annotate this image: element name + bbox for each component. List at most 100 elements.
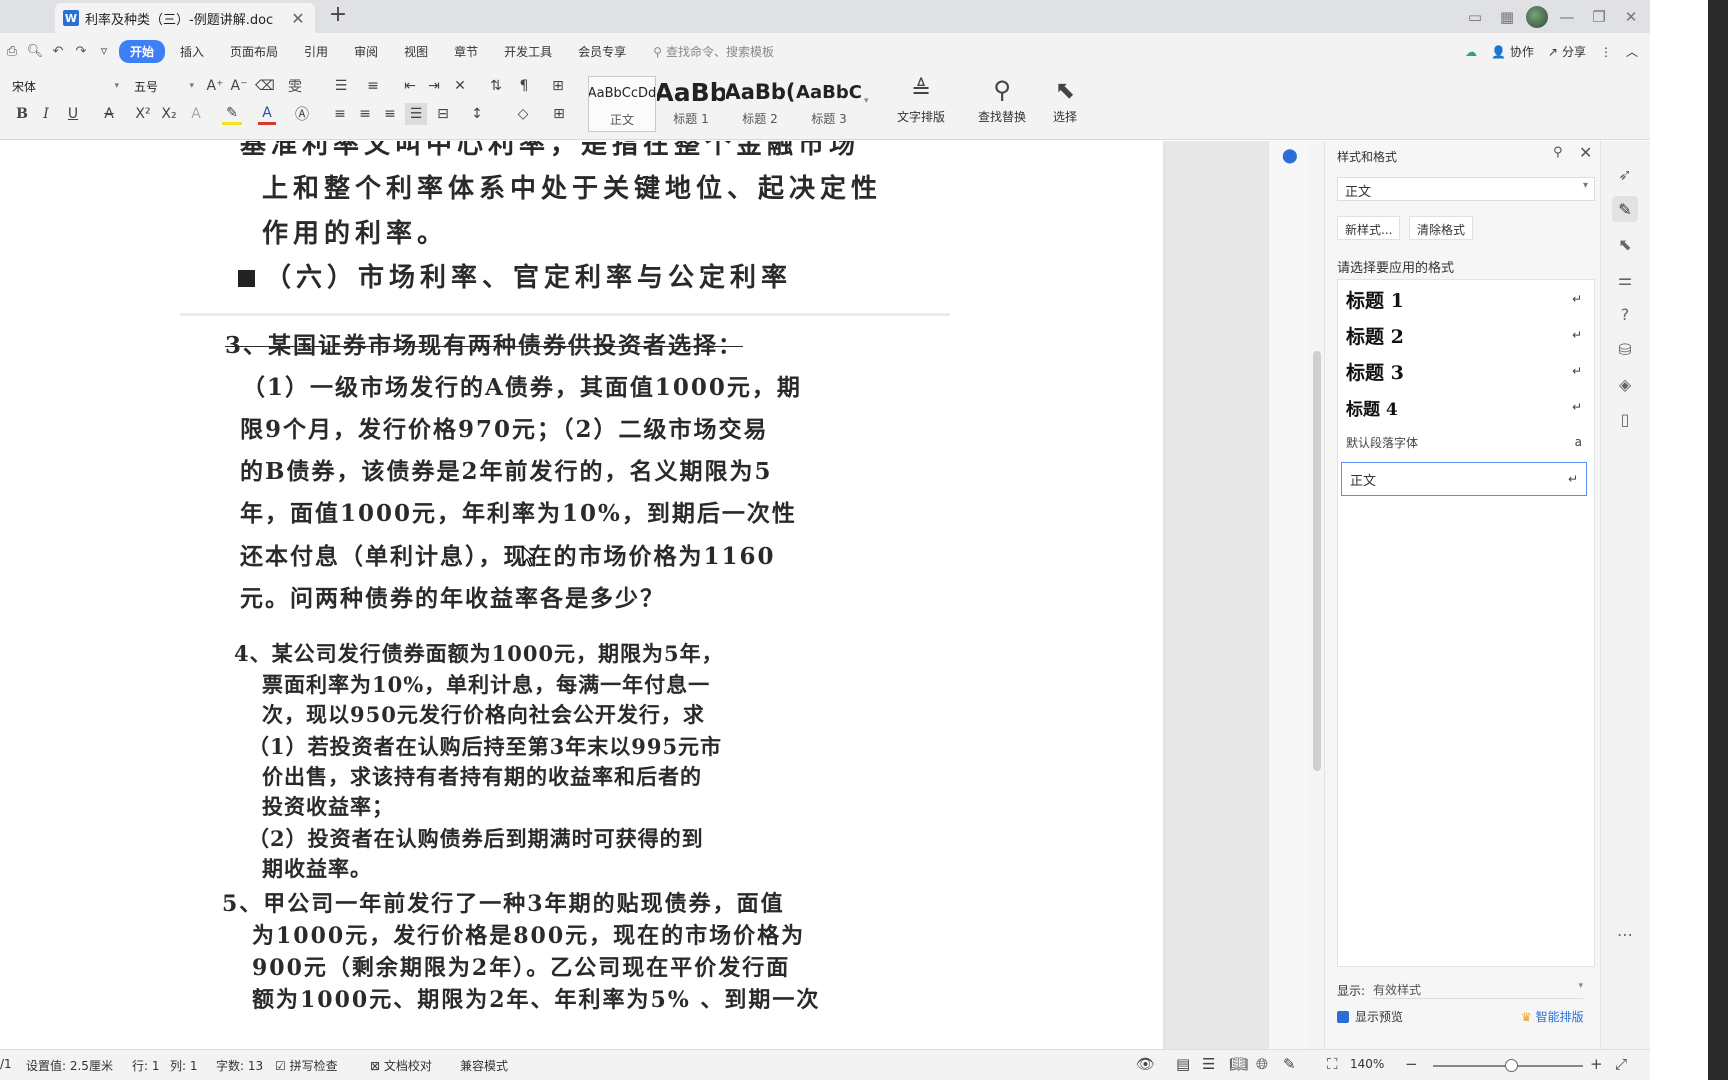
style-list-item[interactable]: 标题 2 ↵ xyxy=(1346,319,1582,351)
checkbox-checked-icon[interactable] xyxy=(1337,1010,1349,1023)
line-spacing-icon[interactable]: ↕ xyxy=(466,103,488,125)
show-filter-select[interactable]: 有效样式 ▾ xyxy=(1373,981,1584,999)
document-area[interactable]: 基准利率又叫中心利率，是指在整个金融市场 上和整个利率体系中处于关键地位、起决定… xyxy=(0,141,1282,1049)
numbered-list-icon[interactable]: ≡ xyxy=(362,77,384,95)
pen-icon[interactable]: ✎ xyxy=(1283,1055,1296,1073)
close-window-icon[interactable]: ✕ xyxy=(1618,4,1644,30)
page-view-icon[interactable]: ▤ xyxy=(1176,1055,1190,1073)
paragraph-mark-icon[interactable]: ¶ xyxy=(514,77,534,95)
document-tab[interactable]: W 利率及种类（三）-例题讲解.doc ✕ xyxy=(55,3,315,33)
user-avatar[interactable] xyxy=(1526,5,1548,28)
align-center-icon[interactable]: ≡ xyxy=(355,103,375,125)
spell-check-button[interactable]: ☑ 拼写检查 xyxy=(275,1057,338,1074)
italic-icon[interactable]: I xyxy=(36,103,56,125)
vertical-scrollbar[interactable] xyxy=(1310,141,1324,1049)
zoom-out-icon[interactable]: − xyxy=(1405,1055,1418,1073)
bullet-list-icon[interactable]: ☰ xyxy=(330,77,352,95)
collapse-ribbon-icon[interactable]: ︿ xyxy=(1626,43,1638,60)
justify-icon[interactable]: ☰ xyxy=(405,103,427,125)
text-effect-icon[interactable]: A xyxy=(186,103,206,125)
text-direction-icon[interactable]: ✕ xyxy=(450,77,470,95)
share-button[interactable]: ↗ 分享 xyxy=(1548,43,1586,60)
grid-apps-icon[interactable]: ▦ xyxy=(1494,4,1520,30)
cursor-select-icon[interactable]: ⬉ xyxy=(1612,231,1638,257)
redo-icon[interactable]: ↷ xyxy=(71,42,91,62)
close-tab-icon[interactable]: ✕ xyxy=(289,9,307,28)
cloud-sync-icon[interactable]: ☁ xyxy=(1465,45,1477,59)
more-menu-icon[interactable]: ⋮ xyxy=(1600,45,1612,59)
font-size-select[interactable]: 五号 ▾ xyxy=(130,76,198,96)
menu-section[interactable]: 章节 xyxy=(443,40,489,63)
style-brush-icon[interactable]: ✎ xyxy=(1612,196,1638,222)
align-right-icon[interactable]: ≡ xyxy=(380,103,400,125)
backup-icon[interactable]: ⛁ xyxy=(1612,336,1638,362)
book-icon[interactable]: ▯ xyxy=(1612,406,1638,432)
print-icon[interactable]: ⎙ xyxy=(2,42,22,62)
menu-member[interactable]: 会员专享 xyxy=(567,40,637,63)
close-pane-icon[interactable]: ✕ xyxy=(1579,143,1592,162)
help-icon[interactable]: ? xyxy=(1612,301,1638,327)
fit-page-icon[interactable]: ⛶ xyxy=(1327,1055,1338,1073)
subscript-icon[interactable]: X₂ xyxy=(158,103,180,125)
char-border-icon[interactable]: Ⓐ xyxy=(292,103,312,125)
style-heading3[interactable]: AaBbC 标题 3 xyxy=(795,76,863,132)
status-page[interactable]: /1 xyxy=(0,1057,12,1071)
menu-review[interactable]: 审阅 xyxy=(343,40,389,63)
pin-pane-icon[interactable]: ⚲ xyxy=(1553,145,1563,160)
print-preview-icon[interactable]: 🔍︎ xyxy=(25,42,45,62)
menu-insert[interactable]: 插入 xyxy=(169,40,215,63)
style-heading2[interactable]: AaBb( 标题 2 xyxy=(726,76,794,132)
menu-references[interactable]: 引用 xyxy=(293,40,339,63)
eye-protection-icon[interactable]: 👁 xyxy=(1136,1055,1155,1073)
table-tools-icon[interactable]: ⊞ xyxy=(548,77,568,95)
align-left-icon[interactable]: ≡ xyxy=(330,103,350,125)
smart-layout-link[interactable]: ♛ 智能排版 xyxy=(1521,1008,1584,1025)
rocket-icon[interactable]: ➶ xyxy=(1612,161,1638,187)
style-list-item[interactable]: 标题 4 ↵ xyxy=(1346,391,1582,423)
style-gallery-expand-icon[interactable]: ▾ xyxy=(864,96,869,136)
show-preview-toggle[interactable]: 显示预览 xyxy=(1337,1008,1403,1025)
style-list-item[interactable]: 标题 3 ↵ xyxy=(1346,355,1582,387)
current-style-select[interactable]: 正文 ▾ xyxy=(1337,177,1595,201)
command-search[interactable]: ⚲ 查找命令、搜索模板 xyxy=(653,43,774,60)
minimize-icon[interactable]: — xyxy=(1554,4,1580,30)
layout-icon[interactable]: ▭ xyxy=(1462,4,1488,30)
strikethrough-icon[interactable]: A xyxy=(98,103,120,125)
scrollbar-thumb[interactable] xyxy=(1313,351,1321,771)
clear-format-button[interactable]: 清除格式 xyxy=(1409,216,1474,240)
more-rail-icon[interactable]: ⋯ xyxy=(1612,921,1638,947)
undo-icon[interactable]: ↶ xyxy=(48,42,68,62)
menu-page-layout[interactable]: 页面布局 xyxy=(219,40,289,63)
font-name-select[interactable]: 宋体 ▾ xyxy=(8,76,123,96)
sort-icon[interactable]: ⇅ xyxy=(486,77,506,95)
font-color-icon[interactable]: A xyxy=(258,103,276,125)
decrease-indent-icon[interactable]: ⇤ xyxy=(400,77,420,95)
outline-view-icon[interactable]: ☰ xyxy=(1202,1055,1215,1073)
style-list-item-selected[interactable]: 正文 ↵ xyxy=(1341,462,1587,496)
web-view-icon[interactable]: 🌐︎ xyxy=(1256,1055,1268,1073)
menu-home[interactable]: 开始 xyxy=(119,40,166,63)
navigation-compass-icon[interactable]: ◈ xyxy=(1612,371,1638,397)
document-page[interactable]: 基准利率又叫中心利率，是指在整个金融市场 上和整个利率体系中处于关键地位、起决定… xyxy=(0,141,1167,1049)
doc-proof-button[interactable]: ⊠ 文档校对 xyxy=(370,1057,432,1074)
underline-icon[interactable]: U xyxy=(62,103,84,125)
zoom-level[interactable]: 140% xyxy=(1350,1057,1384,1071)
sliders-icon[interactable]: ⚌ xyxy=(1612,266,1638,292)
eraser-icon[interactable]: ⌫ xyxy=(255,77,275,95)
customize-icon[interactable]: ▿ xyxy=(94,42,114,62)
superscript-icon[interactable]: X² xyxy=(132,103,154,125)
menu-developer[interactable]: 开发工具 xyxy=(493,40,563,63)
fullscreen-icon[interactable]: ⤢ xyxy=(1615,1055,1627,1073)
highlight-icon[interactable]: ✎ xyxy=(222,103,242,125)
new-tab-button[interactable]: + xyxy=(326,4,350,28)
collab-button[interactable]: 👤 协作 xyxy=(1491,43,1534,60)
style-normal[interactable]: AaBbCcDd 正文 xyxy=(588,76,656,132)
shading-icon[interactable]: ◇ xyxy=(512,103,534,125)
bold-icon[interactable]: B xyxy=(12,103,32,125)
status-chars[interactable]: 字数: 13 xyxy=(216,1057,263,1074)
increase-indent-icon[interactable]: ⇥ xyxy=(424,77,444,95)
find-replace-button[interactable]: ⚲ 查找替换 xyxy=(978,74,1026,125)
location-pin-icon[interactable]: ⬤ xyxy=(1282,148,1298,164)
zoom-slider-knob[interactable] xyxy=(1505,1059,1518,1072)
styles-pane-title[interactable]: 样式和格式 xyxy=(1337,148,1397,165)
